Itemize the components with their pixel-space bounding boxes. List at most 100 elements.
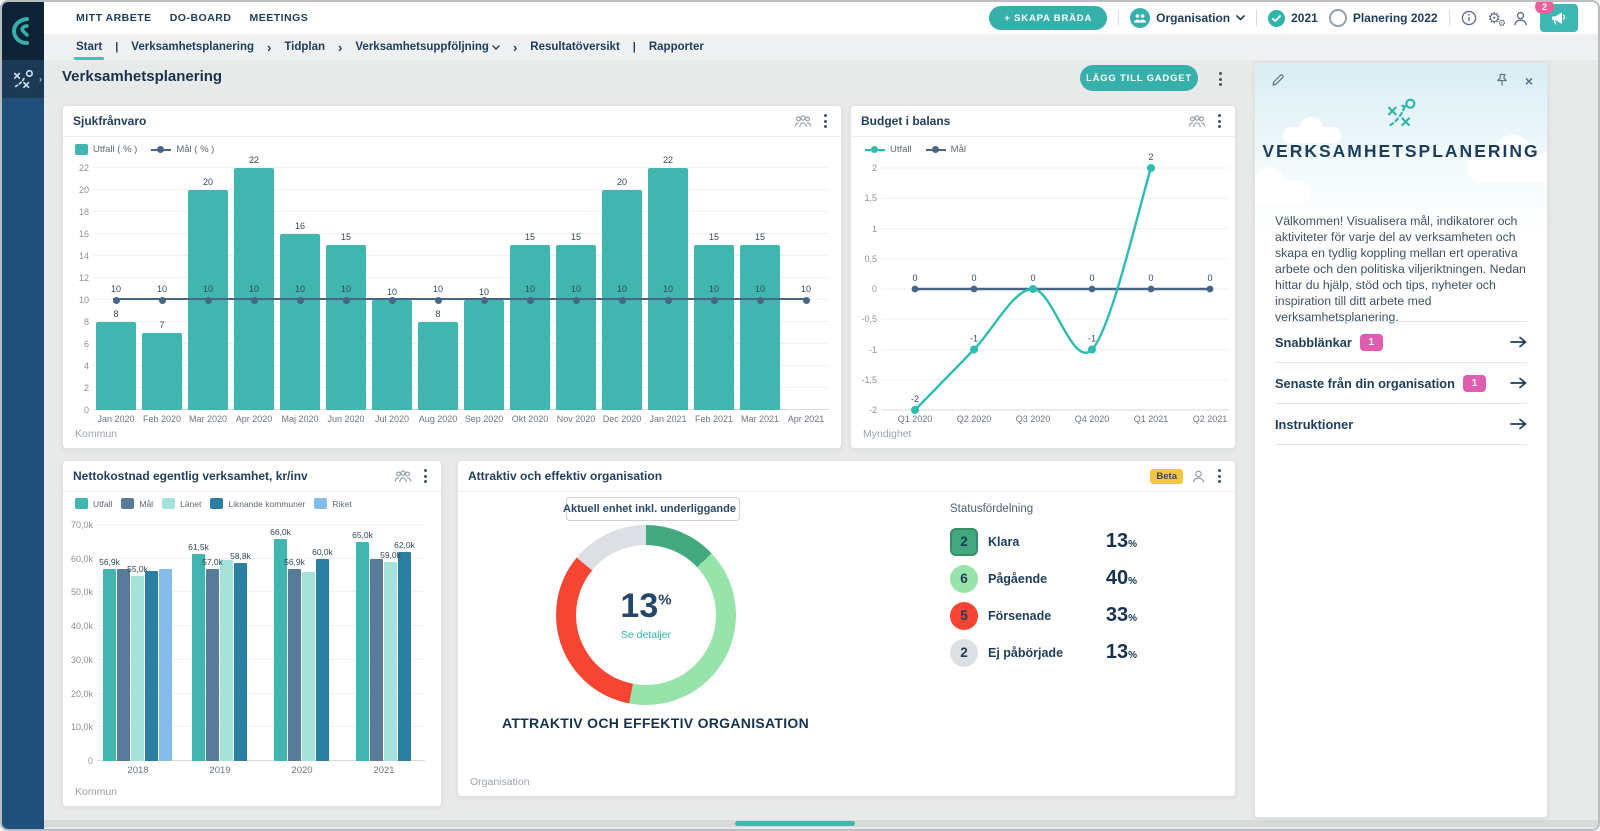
bar[interactable] [556,245,596,410]
bar-lanet[interactable] [220,560,233,761]
status-percent-unit: % [1128,576,1137,587]
breadcrumb-rapporter[interactable]: Rapporter [649,41,704,53]
bar[interactable] [372,300,412,410]
card-menu-kebab-icon[interactable] [420,465,431,487]
page-title: Verksamhetsplanering [62,68,223,85]
beta-badge: Beta [1150,468,1183,484]
y-axis-label: 0,5 [864,253,877,264]
status-label: Ej påbörjade [988,645,1064,660]
y-axis-label: 50,0k [70,587,93,598]
create-board-button[interactable]: + SKAPA BRÄDA [989,6,1108,30]
bar-liknande-kommuner[interactable] [145,571,158,761]
goal-point [1206,285,1214,293]
y-axis-label: 14 [78,251,89,261]
organisation-selector[interactable]: Organisation [1130,8,1245,28]
breadcrumb-start[interactable]: Start [73,41,105,60]
bar-lanet[interactable] [384,562,397,761]
user-profile-icon[interactable] [1512,10,1529,27]
goal-value-label: 10 [156,284,167,294]
breadcrumb-separator: | [115,41,119,53]
bar-liknande-kommuner[interactable] [316,558,329,761]
bar-utfall[interactable] [274,538,287,761]
x-axis-label: 2021 [373,765,395,776]
horizontal-scrollbar-thumb[interactable] [735,821,855,826]
see-details-link[interactable]: Se detaljer [621,629,671,641]
goal-point [526,296,534,304]
goal-point [664,296,672,304]
bar-utfall[interactable] [192,553,205,761]
bar[interactable] [326,245,366,410]
bar-lanet[interactable] [131,575,144,761]
status-percent-value: 33 [1105,604,1129,626]
pin-icon[interactable] [1495,73,1509,87]
bar-value-label: 56,9k [284,557,305,568]
bar-mal[interactable] [206,568,219,761]
bar-utfall[interactable] [356,541,369,761]
topnav-item-meetings[interactable]: MEETINGS [249,12,308,24]
status-list: 2 Klara 13% 6 Pågående 40% 5 Försenade 33% 2 Ej på… [950,523,1137,671]
status-percent-value: 13 [1105,530,1129,552]
breadcrumb-verksamhetsplanering[interactable]: Verksamhetsplanering [131,41,254,53]
panel-link-snabblankar[interactable]: Snabblänkar 1 [1275,321,1527,362]
panel-title: VERKSAMHETSPLANERING [1262,141,1540,161]
bar-utfall[interactable] [103,569,116,761]
card-menu-kebab-icon[interactable] [1214,110,1225,132]
sidebar-item-verksamhetsplanering[interactable]: › [2,60,44,98]
bar-lanet[interactable] [302,571,315,761]
bar-riket[interactable] [159,569,172,761]
year-toggle-planering-2022[interactable]: Planering 2022 [1328,9,1438,27]
card-menu-kebab-icon[interactable] [1214,465,1225,487]
app-logo[interactable] [2,2,44,60]
bar-mal[interactable] [288,569,301,761]
card-menu-kebab-icon[interactable] [820,110,831,132]
divider [1448,10,1450,26]
outcome-value-label: -2 [911,394,919,404]
announcements-button[interactable]: 2 [1535,2,1578,32]
breadcrumb-verksamhetsuppfoljning[interactable]: Verksamhetsuppföljning [355,41,500,53]
x-axis-label: 2020 [291,765,313,776]
goal-point [618,296,626,304]
settings-icon[interactable]: ⚙ ⚙ [1488,11,1506,28]
bar[interactable] [694,245,734,410]
y-axis-label: 20 [78,185,89,195]
status-count-badge: 5 [950,601,978,630]
bar[interactable] [142,333,182,410]
status-percent: 33% [1106,604,1137,627]
bar[interactable] [464,300,504,410]
legend-line-swatch [925,146,946,153]
goal-point [204,296,212,304]
bar[interactable] [280,234,320,410]
bar[interactable] [740,245,780,410]
edit-pencil-icon[interactable] [1271,73,1285,87]
y-axis-label: 0 [83,405,89,415]
bar-liknande-kommuner[interactable] [398,551,411,761]
user-icon[interactable] [1191,469,1206,484]
bar-liknande-kommuner[interactable] [234,562,247,761]
bar-value-label: 15 [754,232,765,242]
add-gadget-button[interactable]: LÄGG TILL GADGET [1080,65,1198,91]
panel-link-senaste-fran-din-organisation[interactable]: Senaste från din organisation 1 [1275,362,1527,403]
bar[interactable] [96,322,136,410]
info-icon[interactable] [1461,10,1477,26]
breadcrumb-resultatoversikt[interactable]: Resultatöversikt [530,41,619,53]
bar-value-label: 16 [294,221,305,231]
share-organisation-icon[interactable] [794,114,812,128]
bar-mal[interactable] [117,568,130,761]
bar[interactable] [418,322,458,410]
close-icon[interactable]: × [1525,73,1533,89]
x-axis-label: Jan 2020 [97,414,135,424]
unit-scope-dropdown[interactable]: Aktuell enhet inkl. underliggande [563,497,740,521]
page-menu-kebab-icon[interactable] [1215,68,1226,90]
goal-value-label: 0 [912,273,917,283]
share-organisation-icon[interactable] [1188,114,1206,128]
share-organisation-icon[interactable] [394,469,412,483]
bar-mal[interactable] [370,558,383,761]
panel-link-instruktioner[interactable]: Instruktioner [1275,403,1527,445]
card-title: Sjukfrånvaro [73,114,147,128]
goal-value-label: 10 [432,284,443,294]
topnav-item-do-board[interactable]: DO-BOARD [170,12,232,24]
year-toggle-2021[interactable]: 2021 [1268,9,1318,27]
topnav-item-mitt-arbete[interactable]: MITT ARBETE [76,12,152,24]
bar[interactable] [510,245,550,410]
breadcrumb-tidplan[interactable]: Tidplan [284,41,325,53]
